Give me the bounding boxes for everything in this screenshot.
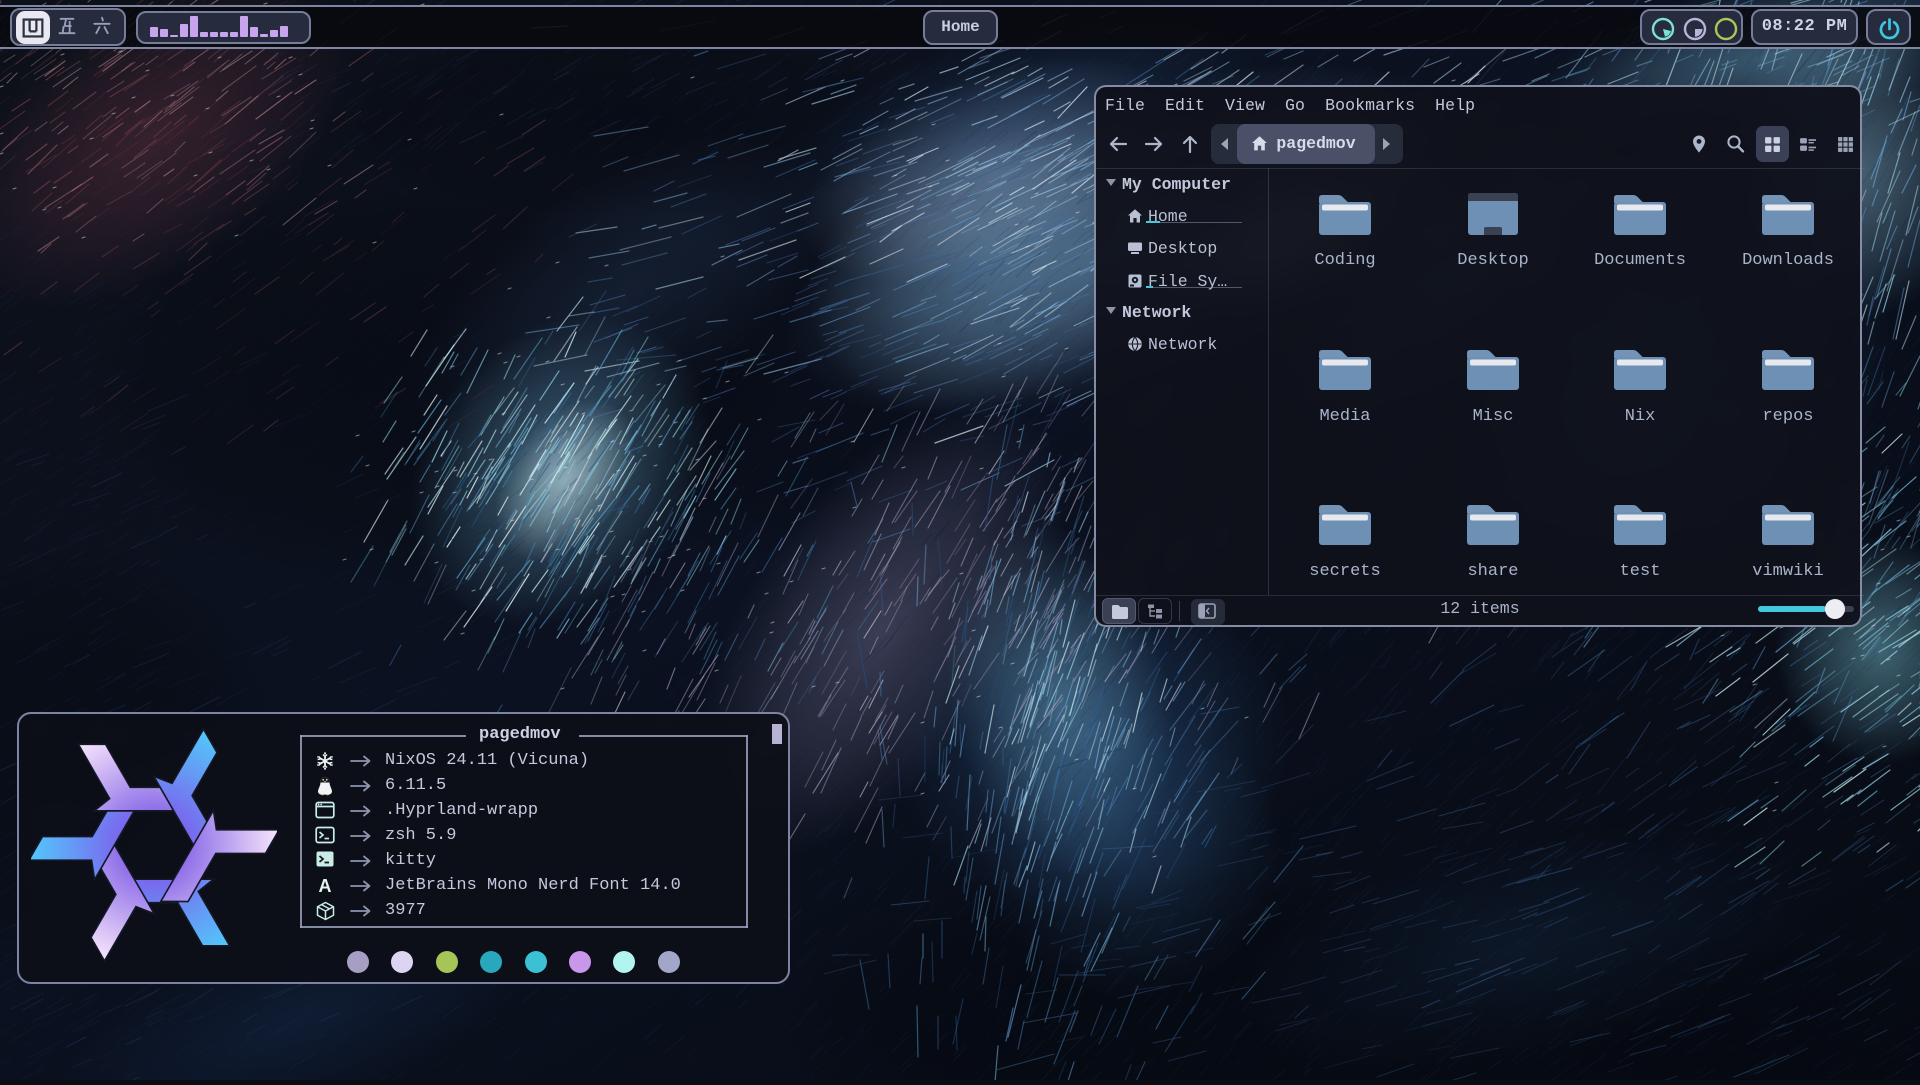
svg-text:A: A [319,876,332,896]
